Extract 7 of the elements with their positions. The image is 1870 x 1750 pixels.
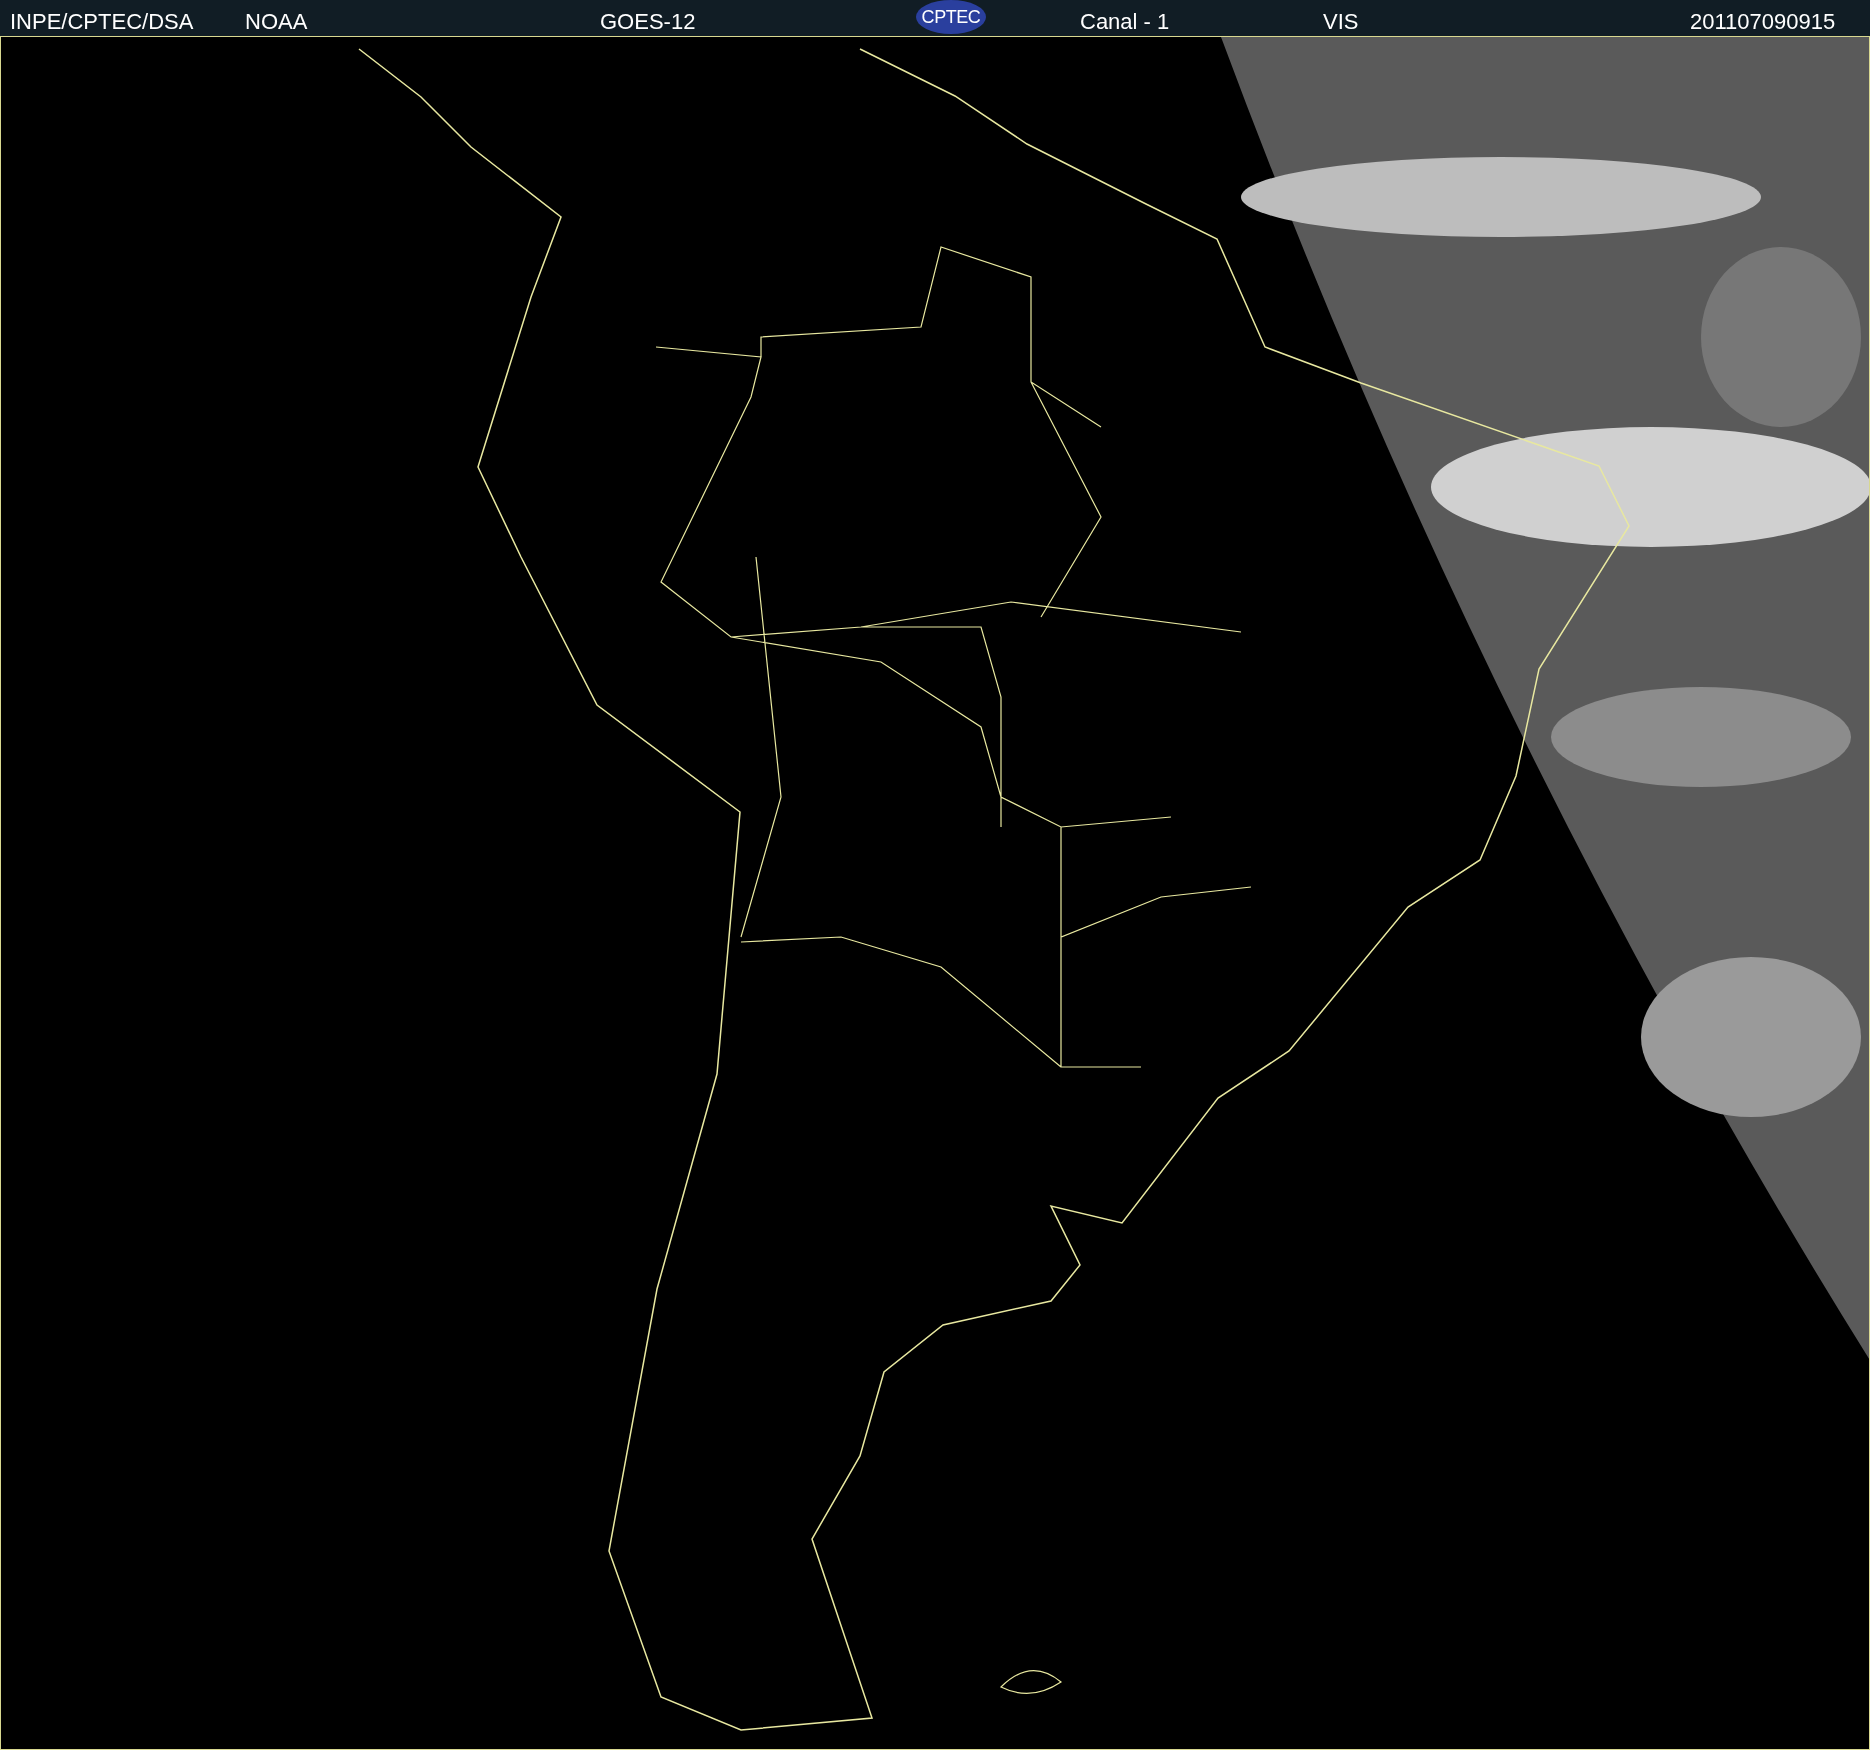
band-label: VIS [1323,8,1359,36]
timestamp-label: 201107090915 [1690,8,1836,36]
logo: CPTEC [916,0,986,34]
channel-label: Canal - 1 [1080,8,1170,36]
satellite-label: GOES-12 [600,8,696,36]
source-label: INPE/CPTEC/DSA [10,8,194,36]
agency-label: NOAA [245,8,308,36]
